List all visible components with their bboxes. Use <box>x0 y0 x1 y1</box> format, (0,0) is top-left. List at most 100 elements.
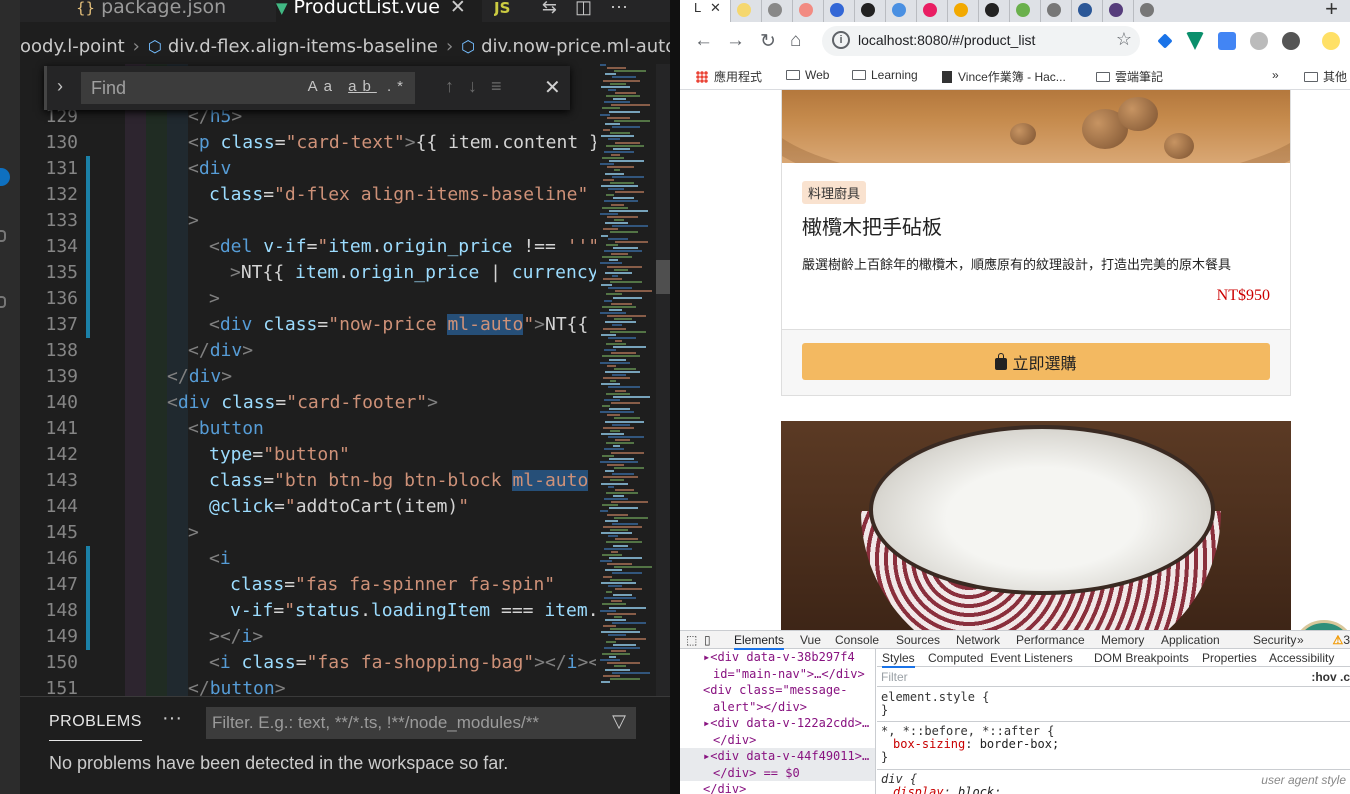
browser-tab[interactable] <box>947 0 973 22</box>
code-line[interactable]: 146 <i <box>20 546 596 572</box>
elements-tree[interactable]: ▸<div data-v-38b297f4 id="main-nav">…</d… <box>680 649 876 794</box>
code-line[interactable]: 136 > <box>20 286 596 312</box>
profile-avatar[interactable] <box>1322 32 1340 50</box>
close-icon[interactable]: ✕ <box>544 75 561 100</box>
dom-node[interactable]: ▸<div data-v-38b297f4 id="main-nav">…</d… <box>680 649 875 682</box>
code-line[interactable]: 139 </div> <box>20 364 596 390</box>
devtools-tab-elements[interactable]: Elements <box>734 633 785 650</box>
product-image[interactable] <box>782 90 1290 163</box>
forward-icon[interactable]: → <box>726 30 745 52</box>
css-property[interactable]: box-sizing <box>893 737 965 751</box>
git-change-marker[interactable] <box>86 546 90 572</box>
styles-tab-properties[interactable]: Properties <box>1202 651 1257 665</box>
git-change-marker[interactable] <box>86 312 90 338</box>
home-icon[interactable]: ⌂ <box>790 30 801 52</box>
browser-tab[interactable] <box>978 0 1004 22</box>
git-change-marker[interactable] <box>86 260 90 286</box>
cart-button[interactable] <box>1292 620 1350 630</box>
code-line[interactable]: 138 </div> <box>20 338 596 364</box>
tab-problems[interactable]: PROBLEMS <box>49 713 142 741</box>
browser-tab[interactable] <box>1102 0 1128 22</box>
activity-icon[interactable] <box>0 230 6 242</box>
browser-tab[interactable] <box>854 0 880 22</box>
vue-devtools-icon[interactable] <box>1186 32 1204 50</box>
breadcrumb-item[interactable]: div.now-price.ml-auto <box>481 36 670 57</box>
extension-icon[interactable] <box>1282 32 1300 50</box>
browser-tab[interactable] <box>1040 0 1066 22</box>
code-line[interactable]: 134 <del v-if="item.origin_price !== ''" <box>20 234 596 260</box>
chevron-right-icon[interactable]: › <box>57 76 63 97</box>
code-line[interactable]: 148 v-if="status.loadingItem === item.i <box>20 598 596 624</box>
browser-tab[interactable] <box>761 0 787 22</box>
close-icon[interactable]: ✕ <box>710 0 721 16</box>
git-change-marker[interactable] <box>86 156 90 182</box>
code-line[interactable]: 149 ></i> <box>20 624 596 650</box>
styles-filter-input[interactable]: Filter :hov .c <box>877 667 1350 687</box>
browser-tab[interactable] <box>885 0 911 22</box>
activity-icon[interactable] <box>0 296 6 308</box>
breadcrumb-item[interactable]: div.d-flex.align-items-baseline <box>168 36 438 57</box>
pen-extension-icon[interactable] <box>1157 33 1173 49</box>
styles-tab-eventlisteners[interactable]: Event Listeners <box>990 651 1073 665</box>
bookmark-cloud-notes[interactable]: 雲端筆記 <box>1096 68 1163 85</box>
code-line[interactable]: 140 <div class="card-footer"> <box>20 390 596 416</box>
code-line[interactable]: 144 @click="addtoCart(item)" <box>20 494 596 520</box>
compare-icon[interactable]: ⇆ <box>542 0 575 17</box>
css-value[interactable]: border-box; <box>980 737 1059 751</box>
browser-tab[interactable] <box>1009 0 1035 22</box>
devtools-tab-[interactable]: » <box>1297 633 1304 647</box>
scrollbar-thumb[interactable] <box>656 260 670 294</box>
code-line[interactable]: 142 type="button" <box>20 442 596 468</box>
info-icon[interactable]: i <box>832 31 850 49</box>
product-image[interactable] <box>781 421 1291 630</box>
problems-filter-input[interactable]: Filter. E.g.: text, **/*.ts, !**/node_mo… <box>206 707 636 739</box>
buy-now-button[interactable]: 立即選購 <box>802 343 1270 380</box>
browser-tab[interactable] <box>916 0 942 22</box>
notification-badge[interactable] <box>0 168 10 186</box>
git-change-marker[interactable] <box>86 182 90 208</box>
find-navigation[interactable]: ↑↓≡ <box>445 76 516 97</box>
styles-tab-dombreakpoints[interactable]: DOM Breakpoints <box>1094 651 1189 665</box>
tab-active[interactable]: L ✕ <box>680 0 730 22</box>
close-icon[interactable]: ✕ <box>450 0 466 18</box>
window-divider[interactable] <box>670 0 680 794</box>
browser-tab[interactable] <box>1071 0 1097 22</box>
tab-js[interactable]: JS <box>494 0 534 22</box>
bookmark-learning[interactable]: Learning <box>852 68 918 82</box>
git-change-marker[interactable] <box>86 572 90 598</box>
code-editor[interactable]: 129 </h5> 130 <p class="card-text">{{ item.… <box>20 64 596 696</box>
styles-tab-computed[interactable]: Computed <box>928 651 983 665</box>
devtools-tab-memory[interactable]: Memory <box>1101 633 1144 647</box>
styles-tab-accessibility[interactable]: Accessibility <box>1269 651 1334 665</box>
code-line[interactable]: 137 <div class="now-price ml-auto">NT{{ i <box>20 312 596 338</box>
minimap[interactable] <box>596 64 656 696</box>
browser-tab[interactable] <box>823 0 849 22</box>
code-line[interactable]: 135 >NT{{ item.origin_price | currency <box>20 260 596 286</box>
more-actions-icon[interactable]: ⋯ <box>610 0 646 17</box>
extension-icon[interactable] <box>1250 32 1268 50</box>
code-line[interactable]: 131 <div <box>20 156 596 182</box>
dom-node[interactable]: ▸<div data-v-44f49011>…</div> == $0 <box>680 748 875 781</box>
code-line[interactable]: 132 class="d-flex align-items-baseline" <box>20 182 596 208</box>
code-line[interactable]: 133 > <box>20 208 596 234</box>
bookmark-star-icon[interactable]: ☆ <box>1116 29 1132 50</box>
more-icon[interactable]: ··· <box>162 707 182 730</box>
devtools-tab-console[interactable]: Console <box>835 633 879 647</box>
devtools-tab-application[interactable]: Application <box>1161 633 1220 647</box>
address-bar[interactable]: i localhost:8080/#/product_list ☆ <box>822 26 1140 56</box>
tab-productlist-vue[interactable]: ▼ ProductList.vue ✕ <box>276 0 482 22</box>
bookmark-other[interactable]: 其他 <box>1304 68 1347 85</box>
git-change-marker[interactable] <box>86 624 90 650</box>
new-tab-icon[interactable]: + <box>1325 0 1338 22</box>
bookmark-web[interactable]: Web <box>786 68 829 82</box>
devtools-tab-performance[interactable]: Performance <box>1016 633 1085 647</box>
find-input[interactable]: Find Aa ab .* <box>81 72 415 104</box>
code-line[interactable]: 150 <i class="fas fa-shopping-bag"></i><s <box>20 650 596 676</box>
translate-icon[interactable] <box>1218 32 1236 50</box>
git-change-marker[interactable] <box>86 598 90 624</box>
git-change-marker[interactable] <box>86 234 90 260</box>
code-line[interactable]: 145 > <box>20 520 596 546</box>
git-change-marker[interactable] <box>86 286 90 312</box>
bookmark-hackmd[interactable]: Vince作業簿 - Hac... <box>942 68 1066 85</box>
browser-tab[interactable] <box>1133 0 1159 22</box>
